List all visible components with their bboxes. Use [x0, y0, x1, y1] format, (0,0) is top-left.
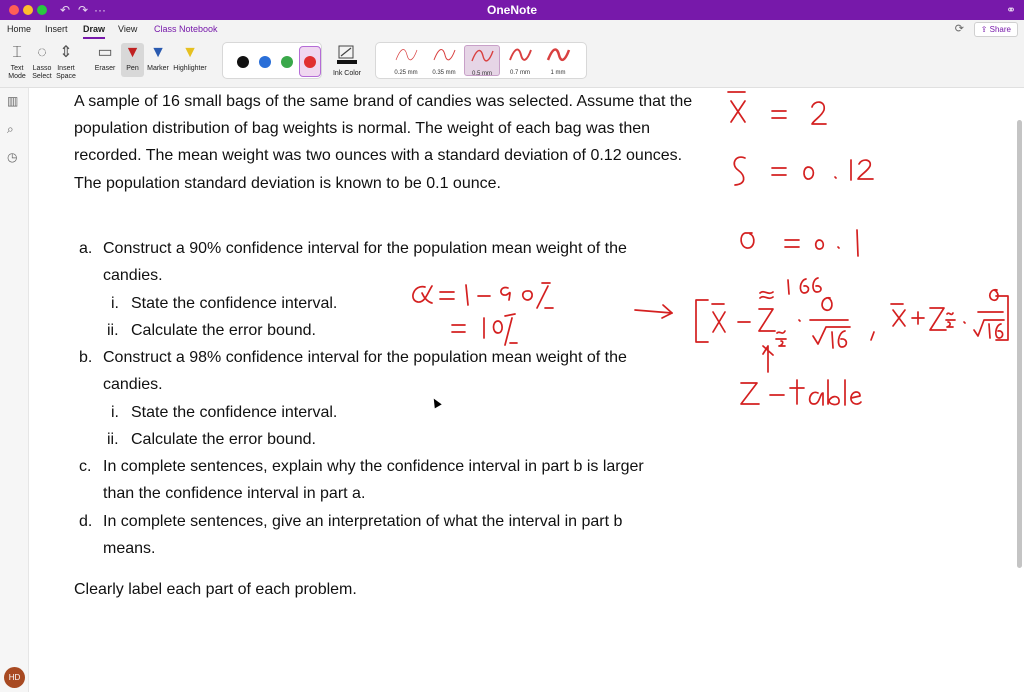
ink-sigma-equals-01 [740, 229, 859, 257]
ink-z-table [740, 379, 862, 406]
ink-s-equals-012 [733, 156, 874, 186]
ink-xbar-equals-2 [727, 91, 827, 125]
ink-annotations[interactable] [0, 0, 1024, 692]
ink-interval-formula [695, 277, 1009, 373]
ink-arrow [634, 304, 673, 319]
ink-alpha-working [412, 282, 554, 346]
